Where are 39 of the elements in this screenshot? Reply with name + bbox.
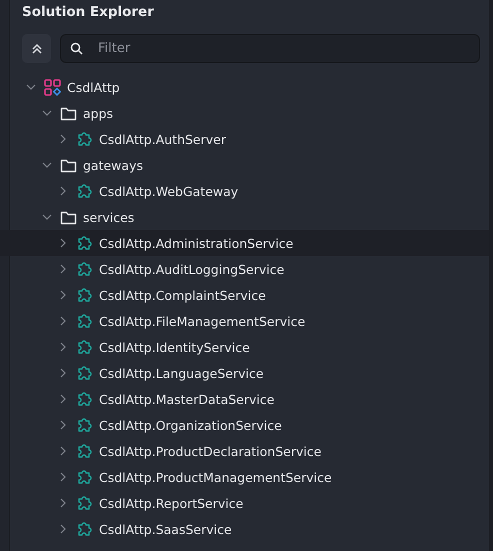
tree-item-label[interactable]: CsdlAttp.ProductDeclarationService	[99, 444, 322, 458]
tree-item-label[interactable]: CsdlAttp.OrganizationService	[99, 418, 282, 432]
puzzle-icon	[76, 442, 93, 460]
puzzle-icon	[76, 390, 93, 408]
puzzle-icon	[76, 234, 93, 252]
puzzle-icon	[76, 130, 93, 148]
tree-item-label[interactable]: CsdlAttp	[67, 80, 120, 94]
tree-item-label[interactable]: gateways	[83, 158, 143, 172]
puzzle-icon	[76, 416, 93, 434]
puzzle-icon	[76, 520, 93, 538]
puzzle-icon	[76, 338, 93, 356]
puzzle-icon	[76, 260, 93, 278]
tree-item-label[interactable]: services	[83, 210, 134, 224]
tree-item-label[interactable]: CsdlAttp.WebGateway	[99, 184, 238, 198]
tree-item-label[interactable]: CsdlAttp.AdministrationService	[99, 236, 294, 250]
tree-item-label[interactable]: CsdlAttp.ProductManagementService	[99, 470, 332, 484]
puzzle-icon	[76, 364, 93, 382]
collapse-all-button[interactable]	[22, 34, 51, 63]
tree-item-label[interactable]: CsdlAttp.AuthServer	[99, 132, 226, 146]
puzzle-icon	[76, 312, 93, 330]
double-chevron-up-icon	[30, 42, 42, 54]
puzzle-icon	[76, 182, 93, 200]
filter-field[interactable]: Filter	[60, 34, 480, 63]
selected-tree-row[interactable]: CsdlAttp.AdministrationService	[0, 230, 489, 256]
tree-item-label[interactable]: CsdlAttp.LanguageService	[99, 366, 264, 380]
tree-item-label[interactable]: CsdlAttp.MasterDataService	[99, 392, 274, 406]
search-icon	[70, 42, 83, 55]
tree-item-label[interactable]: CsdlAttp.AuditLoggingService	[99, 262, 284, 276]
tree-item-label[interactable]: apps	[83, 106, 114, 120]
tree-item-label[interactable]: CsdlAttp.SaasService	[99, 522, 232, 536]
tree-item-label[interactable]: CsdlAttp.FileManagementService	[99, 314, 306, 328]
grid-icon	[44, 78, 61, 96]
panel-title: Solution Explorer	[21, 3, 155, 22]
tree-item-label[interactable]: CsdlAttp.ReportService	[99, 496, 244, 510]
tree-item-label[interactable]: CsdlAttp.IdentityService	[99, 340, 250, 354]
tree-item-label[interactable]: CsdlAttp.ComplaintService	[99, 288, 266, 302]
puzzle-icon	[76, 468, 93, 486]
puzzle-icon	[76, 286, 93, 304]
puzzle-icon	[76, 494, 93, 512]
